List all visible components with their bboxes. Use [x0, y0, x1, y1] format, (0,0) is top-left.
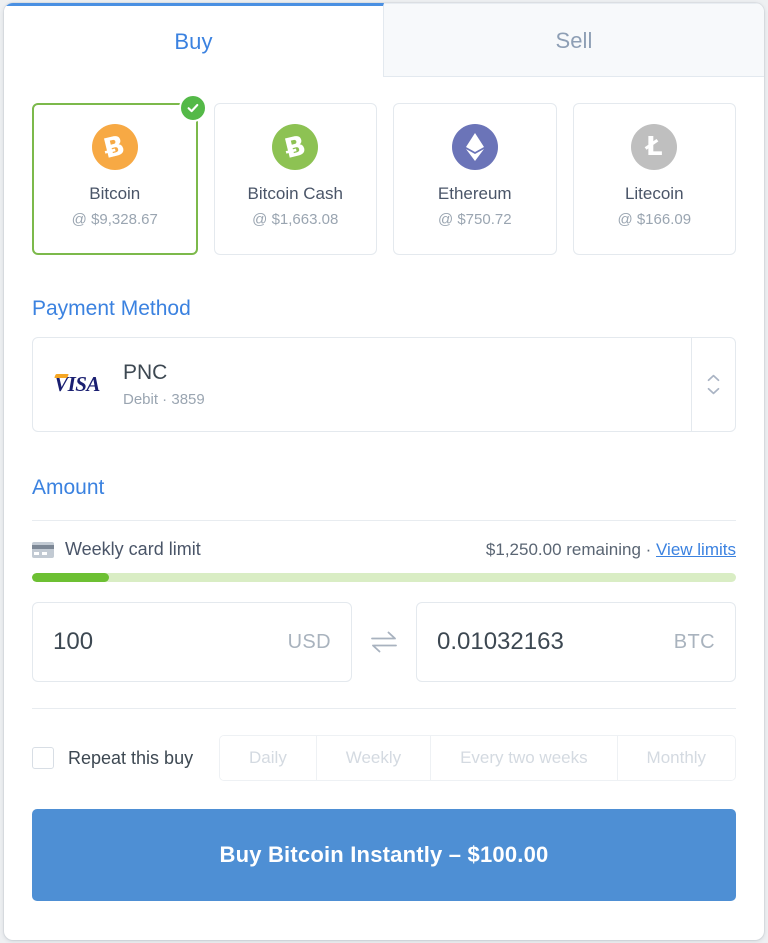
- fiat-currency-label: USD: [287, 630, 331, 653]
- payment-method-select[interactable]: VISA PNC Debit · 3859: [32, 337, 736, 432]
- payment-method-summary: VISA PNC Debit · 3859: [33, 338, 691, 431]
- view-limits-link[interactable]: View limits: [656, 540, 736, 559]
- visa-icon: VISA: [49, 372, 105, 397]
- card-limit-right: $1,250.00 remaining · View limits: [486, 540, 736, 560]
- buy-sell-widget: Buy Sell Ƀ Bitcoin @ $9,328.67 Ƀ Bitcoin…: [4, 3, 764, 940]
- amount-inputs: USD BTC: [32, 602, 736, 682]
- card-limit-left: Weekly card limit: [32, 539, 201, 560]
- amount-divider: [32, 520, 736, 521]
- crypto-card-bitcoin-cash[interactable]: Ƀ Bitcoin Cash @ $1,663.08: [213, 103, 377, 255]
- card-limit-row: Weekly card limit $1,250.00 remaining · …: [32, 539, 736, 560]
- chevron-up-icon: [707, 374, 720, 382]
- credit-card-icon: [32, 541, 54, 558]
- crypto-amount-field[interactable]: BTC: [416, 602, 736, 682]
- repeat-divider: [32, 708, 736, 709]
- bitcoin-glyph: Ƀ: [101, 129, 129, 165]
- payment-method-name: PNC: [123, 360, 168, 384]
- swap-icon: [371, 631, 397, 653]
- tab-buy[interactable]: Buy: [4, 3, 384, 77]
- litecoin-glyph: Ł: [645, 132, 663, 162]
- crypto-price: @ $9,328.67: [71, 211, 158, 228]
- crypto-price: @ $166.09: [617, 211, 692, 228]
- repeat-buy-row: Repeat this buy Daily Weekly Every two w…: [32, 735, 736, 781]
- repeat-buy-label: Repeat this buy: [68, 747, 194, 768]
- amount-heading: Amount: [32, 476, 105, 499]
- card-limit-progress-fill: [32, 573, 110, 582]
- crypto-card-ethereum[interactable]: Ethereum @ $750.72: [393, 103, 557, 255]
- frequency-option-daily[interactable]: Daily: [220, 736, 317, 780]
- buy-instantly-button[interactable]: Buy Bitcoin Instantly – $100.00: [32, 809, 736, 901]
- crypto-price: @ $1,663.08: [252, 211, 339, 228]
- chevron-down-icon: [707, 387, 720, 395]
- crypto-amount-input[interactable]: [437, 628, 674, 656]
- fiat-amount-input[interactable]: [53, 628, 288, 656]
- bitcoin-cash-glyph: Ƀ: [281, 129, 309, 165]
- repeat-buy-checkbox[interactable]: [32, 747, 54, 769]
- crypto-card-bitcoin[interactable]: Ƀ Bitcoin @ $9,328.67: [32, 94, 207, 255]
- frequency-group: Daily Weekly Every two weeks Monthly: [219, 735, 736, 781]
- crypto-name: Litecoin: [624, 184, 684, 203]
- crypto-name: Bitcoin Cash: [247, 184, 343, 203]
- tab-bar: Buy Sell: [4, 3, 764, 77]
- frequency-option-monthly[interactable]: Monthly: [617, 736, 736, 780]
- litecoin-icon: Ł: [631, 124, 678, 170]
- check-icon: [178, 94, 207, 122]
- crypto-selector: Ƀ Bitcoin @ $9,328.67 Ƀ Bitcoin Cash @ $…: [32, 94, 736, 255]
- card-limit-label: Weekly card limit: [65, 539, 201, 559]
- card-limit-progress: [32, 573, 736, 582]
- crypto-price: @ $750.72: [437, 211, 512, 228]
- crypto-currency-label: BTC: [673, 630, 715, 653]
- tab-buy-label: Buy: [174, 28, 213, 54]
- remaining-amount: $1,250.00 remaining ·: [485, 539, 657, 559]
- payment-method-heading: Payment Method: [32, 297, 191, 320]
- bitcoin-cash-icon: Ƀ: [272, 124, 319, 170]
- bitcoin-icon: Ƀ: [91, 124, 138, 170]
- fiat-amount-field[interactable]: USD: [32, 602, 352, 682]
- crypto-card-litecoin[interactable]: Ł Litecoin @ $166.09: [572, 103, 736, 255]
- payment-method-details: Debit · 3859: [123, 391, 205, 409]
- tab-sell[interactable]: Sell: [384, 3, 764, 77]
- frequency-option-every-two-weeks[interactable]: Every two weeks: [431, 736, 618, 780]
- payment-method-stepper[interactable]: [691, 338, 735, 431]
- widget-body: Ƀ Bitcoin @ $9,328.67 Ƀ Bitcoin Cash @ $…: [4, 77, 764, 940]
- crypto-name: Bitcoin: [89, 184, 141, 203]
- tab-sell-label: Sell: [555, 28, 593, 53]
- swap-currency-button[interactable]: [352, 631, 416, 653]
- ethereum-icon: [451, 124, 498, 170]
- frequency-option-weekly[interactable]: Weekly: [316, 736, 432, 780]
- crypto-name: Ethereum: [437, 184, 512, 203]
